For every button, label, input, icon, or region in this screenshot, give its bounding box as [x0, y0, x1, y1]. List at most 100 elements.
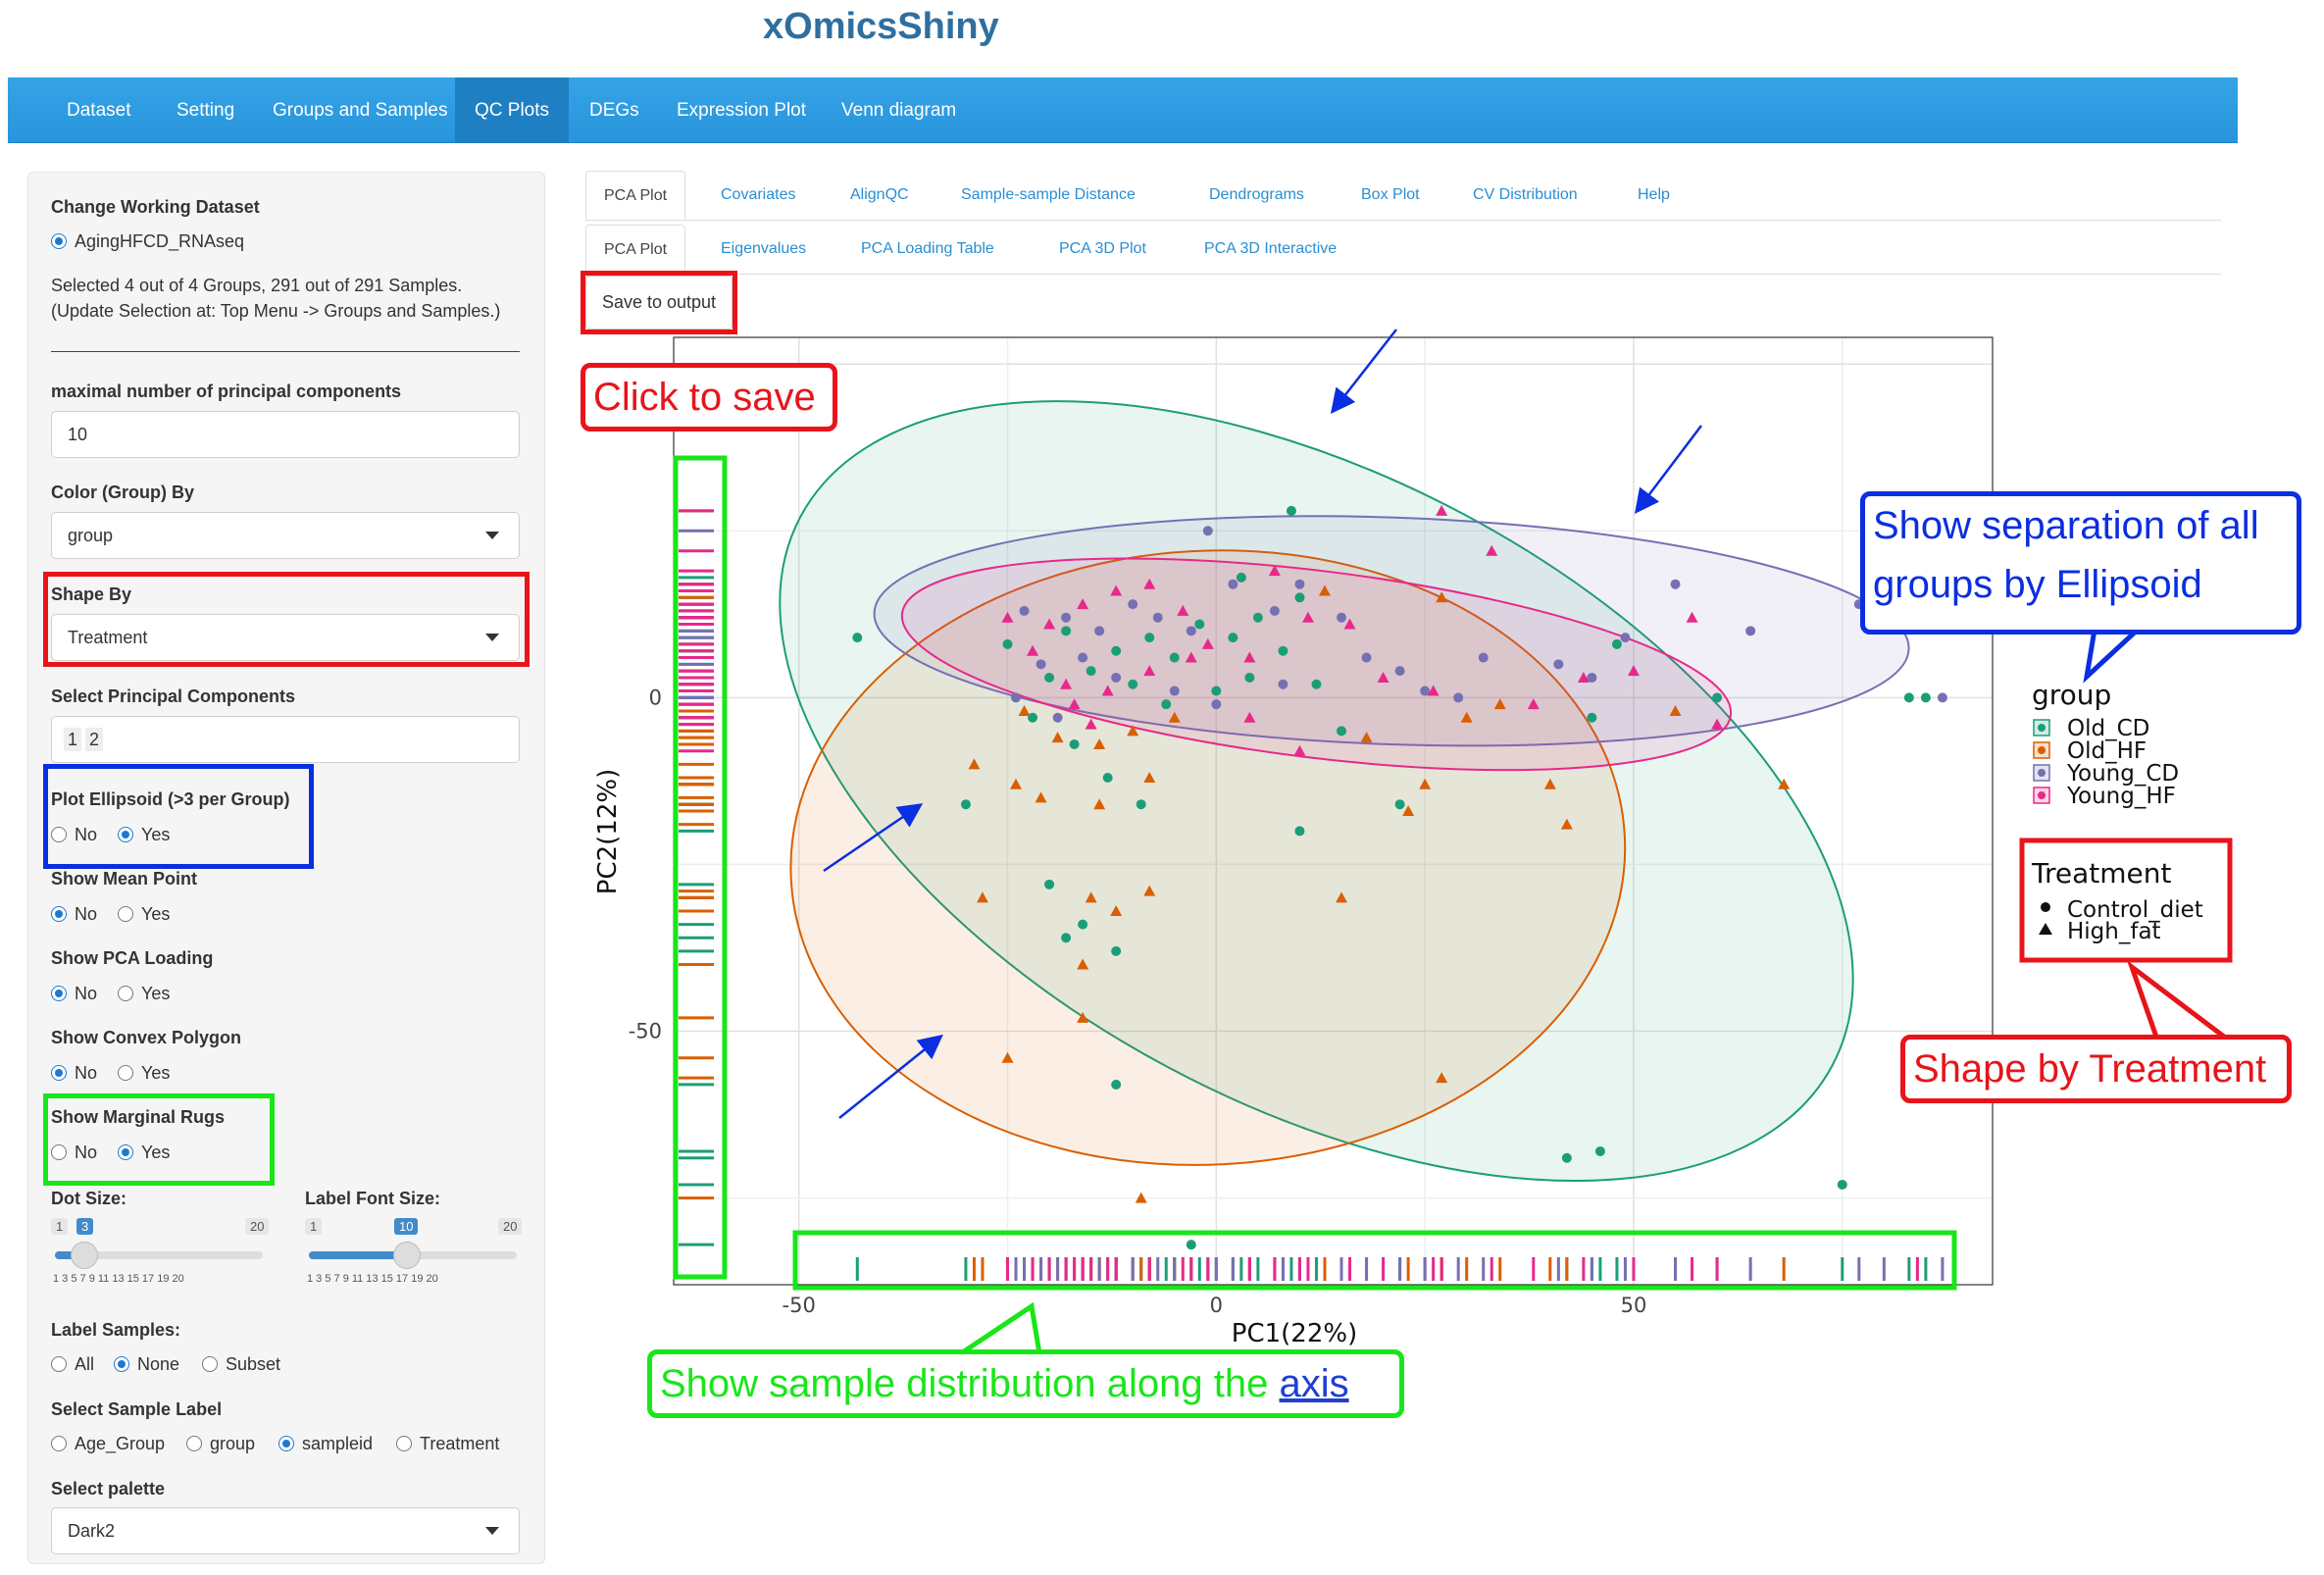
point-old_cd: [1337, 726, 1347, 737]
point-old_cd: [1311, 679, 1322, 689]
point-old_cd: [1086, 666, 1096, 677]
point-young_cd: [1670, 579, 1681, 589]
point-young_cd: [1278, 679, 1288, 689]
point-young_cd: [1019, 605, 1030, 616]
point-young_cd: [1202, 526, 1213, 536]
point-old_cd: [1102, 772, 1113, 783]
point-young_cd: [1036, 659, 1046, 670]
x-rug-highlight: [792, 1230, 1957, 1291]
point-old_cd: [1111, 1079, 1122, 1090]
legend-dot: [2038, 724, 2046, 732]
point-old_cd: [1044, 879, 1055, 889]
point-old_cd: [1394, 799, 1405, 810]
point-old_cd: [1294, 826, 1305, 837]
legend-group-title: group: [2032, 679, 2111, 711]
point-young_cd: [1294, 579, 1305, 589]
point-young_cd: [1078, 652, 1088, 663]
x-marginal-rug: [855, 1257, 1945, 1281]
legend-dot: [2038, 746, 2046, 754]
point-old_cd: [1561, 1152, 1572, 1163]
y-axis-title: PC2(12%): [593, 769, 623, 894]
point-old_cd: [1061, 933, 1072, 943]
point-young_cd: [1211, 699, 1222, 710]
point-old_cd: [1294, 592, 1305, 603]
point-young_cd: [1269, 605, 1280, 616]
legend-high-fat: High_fat: [2067, 919, 2161, 944]
point-old_cd: [1069, 738, 1080, 749]
point-old_cd: [1278, 645, 1288, 656]
y-tick-label: 0: [649, 686, 662, 709]
point-young_cd: [1152, 612, 1163, 623]
point-young_cd: [1111, 672, 1122, 683]
point-old_cd: [960, 799, 971, 810]
point-old_cd: [1611, 638, 1622, 649]
point-old_cd: [1002, 638, 1013, 649]
point-old_cd: [1252, 612, 1263, 623]
group-ellipses: [779, 400, 1910, 1183]
point-old_cd: [1078, 919, 1088, 930]
point-old_cd: [1061, 626, 1072, 636]
save-callout: Click to save: [581, 363, 837, 432]
ellipse-callout-tail: [2083, 627, 2145, 684]
point-old_cd: [1286, 505, 1296, 516]
arrow-ellipse-2: [1634, 425, 1702, 514]
legend-dot: [2038, 791, 2046, 799]
point-old_cd: [1712, 692, 1723, 703]
y-marginal-rug: [679, 509, 714, 1246]
legend-dot: [2038, 769, 2046, 777]
pca-plot: -50 0 50 0 -50 PC1(22%) PC2(12%) group Old_C…: [593, 329, 2236, 1356]
point-old_cd: [1169, 652, 1180, 663]
legend-treatment-title: Treatment: [2031, 857, 2171, 889]
point-old_cd: [852, 633, 863, 643]
point-young_cd: [1937, 692, 1947, 703]
point-old_cd: [1920, 692, 1931, 703]
x-axis-title: PC1(22%): [1232, 1319, 1357, 1348]
point-young_cd: [1478, 652, 1489, 663]
point-young_cd: [1011, 692, 1022, 703]
point-old_cd: [1111, 945, 1122, 956]
point-old_cd: [1186, 1240, 1196, 1250]
point-young_cd: [1052, 712, 1063, 723]
point-young_cd: [1553, 659, 1564, 670]
point-young_cd: [1186, 626, 1196, 636]
rug-callout: Show sample distribution along the axis: [647, 1349, 1404, 1418]
x-tick-label: -50: [783, 1294, 816, 1317]
legend-group: Old_CDOld_HFYoung_CDYoung_HF: [2033, 716, 2179, 809]
rug-callout-tail: [952, 1301, 1042, 1356]
point-old_cd: [1128, 679, 1138, 689]
point-old_cd: [1244, 672, 1255, 683]
point-old_cd: [1903, 692, 1914, 703]
point-old_cd: [1144, 633, 1155, 643]
point-young_cd: [1094, 626, 1105, 636]
legend-label: Young_HF: [2066, 784, 2176, 809]
point-young_cd: [1361, 652, 1372, 663]
axis-link[interactable]: axis: [1280, 1362, 1349, 1405]
legend-circle-marker: [2041, 902, 2050, 912]
point-young_cd: [1394, 666, 1405, 677]
point-young_cd: [1745, 626, 1756, 636]
point-young_cd: [1337, 612, 1347, 623]
point-old_cd: [1236, 572, 1246, 583]
arrow-ellipse-1: [1330, 329, 1397, 414]
point-old_cd: [1594, 1145, 1605, 1156]
y-tick-label: -50: [629, 1019, 662, 1042]
point-old_cd: [1587, 712, 1597, 723]
point-old_cd: [1211, 686, 1222, 696]
point-old_cd: [1161, 699, 1172, 710]
point-young_cd: [1061, 612, 1072, 623]
point-old_cd: [1111, 645, 1122, 656]
point-young_cd: [1620, 633, 1631, 643]
point-old_cd: [1044, 672, 1055, 683]
point-young_cd: [1228, 579, 1238, 589]
point-young_cd: [1128, 599, 1138, 610]
point-old_cd: [1228, 633, 1238, 643]
ellipse-callout: Show separation of all groups by Ellipsoi…: [1860, 491, 2301, 635]
x-tick-label: 50: [1621, 1294, 1647, 1317]
point-young_cd: [1453, 692, 1464, 703]
x-tick-label: 0: [1210, 1294, 1223, 1317]
shape-callout: Shape by Treatment: [1900, 1035, 2292, 1103]
shape-callout-tail: [2124, 960, 2236, 1042]
legend-triangle-marker: [2039, 923, 2052, 935]
point-old_cd: [1136, 799, 1146, 810]
point-old_cd: [1837, 1179, 1847, 1190]
